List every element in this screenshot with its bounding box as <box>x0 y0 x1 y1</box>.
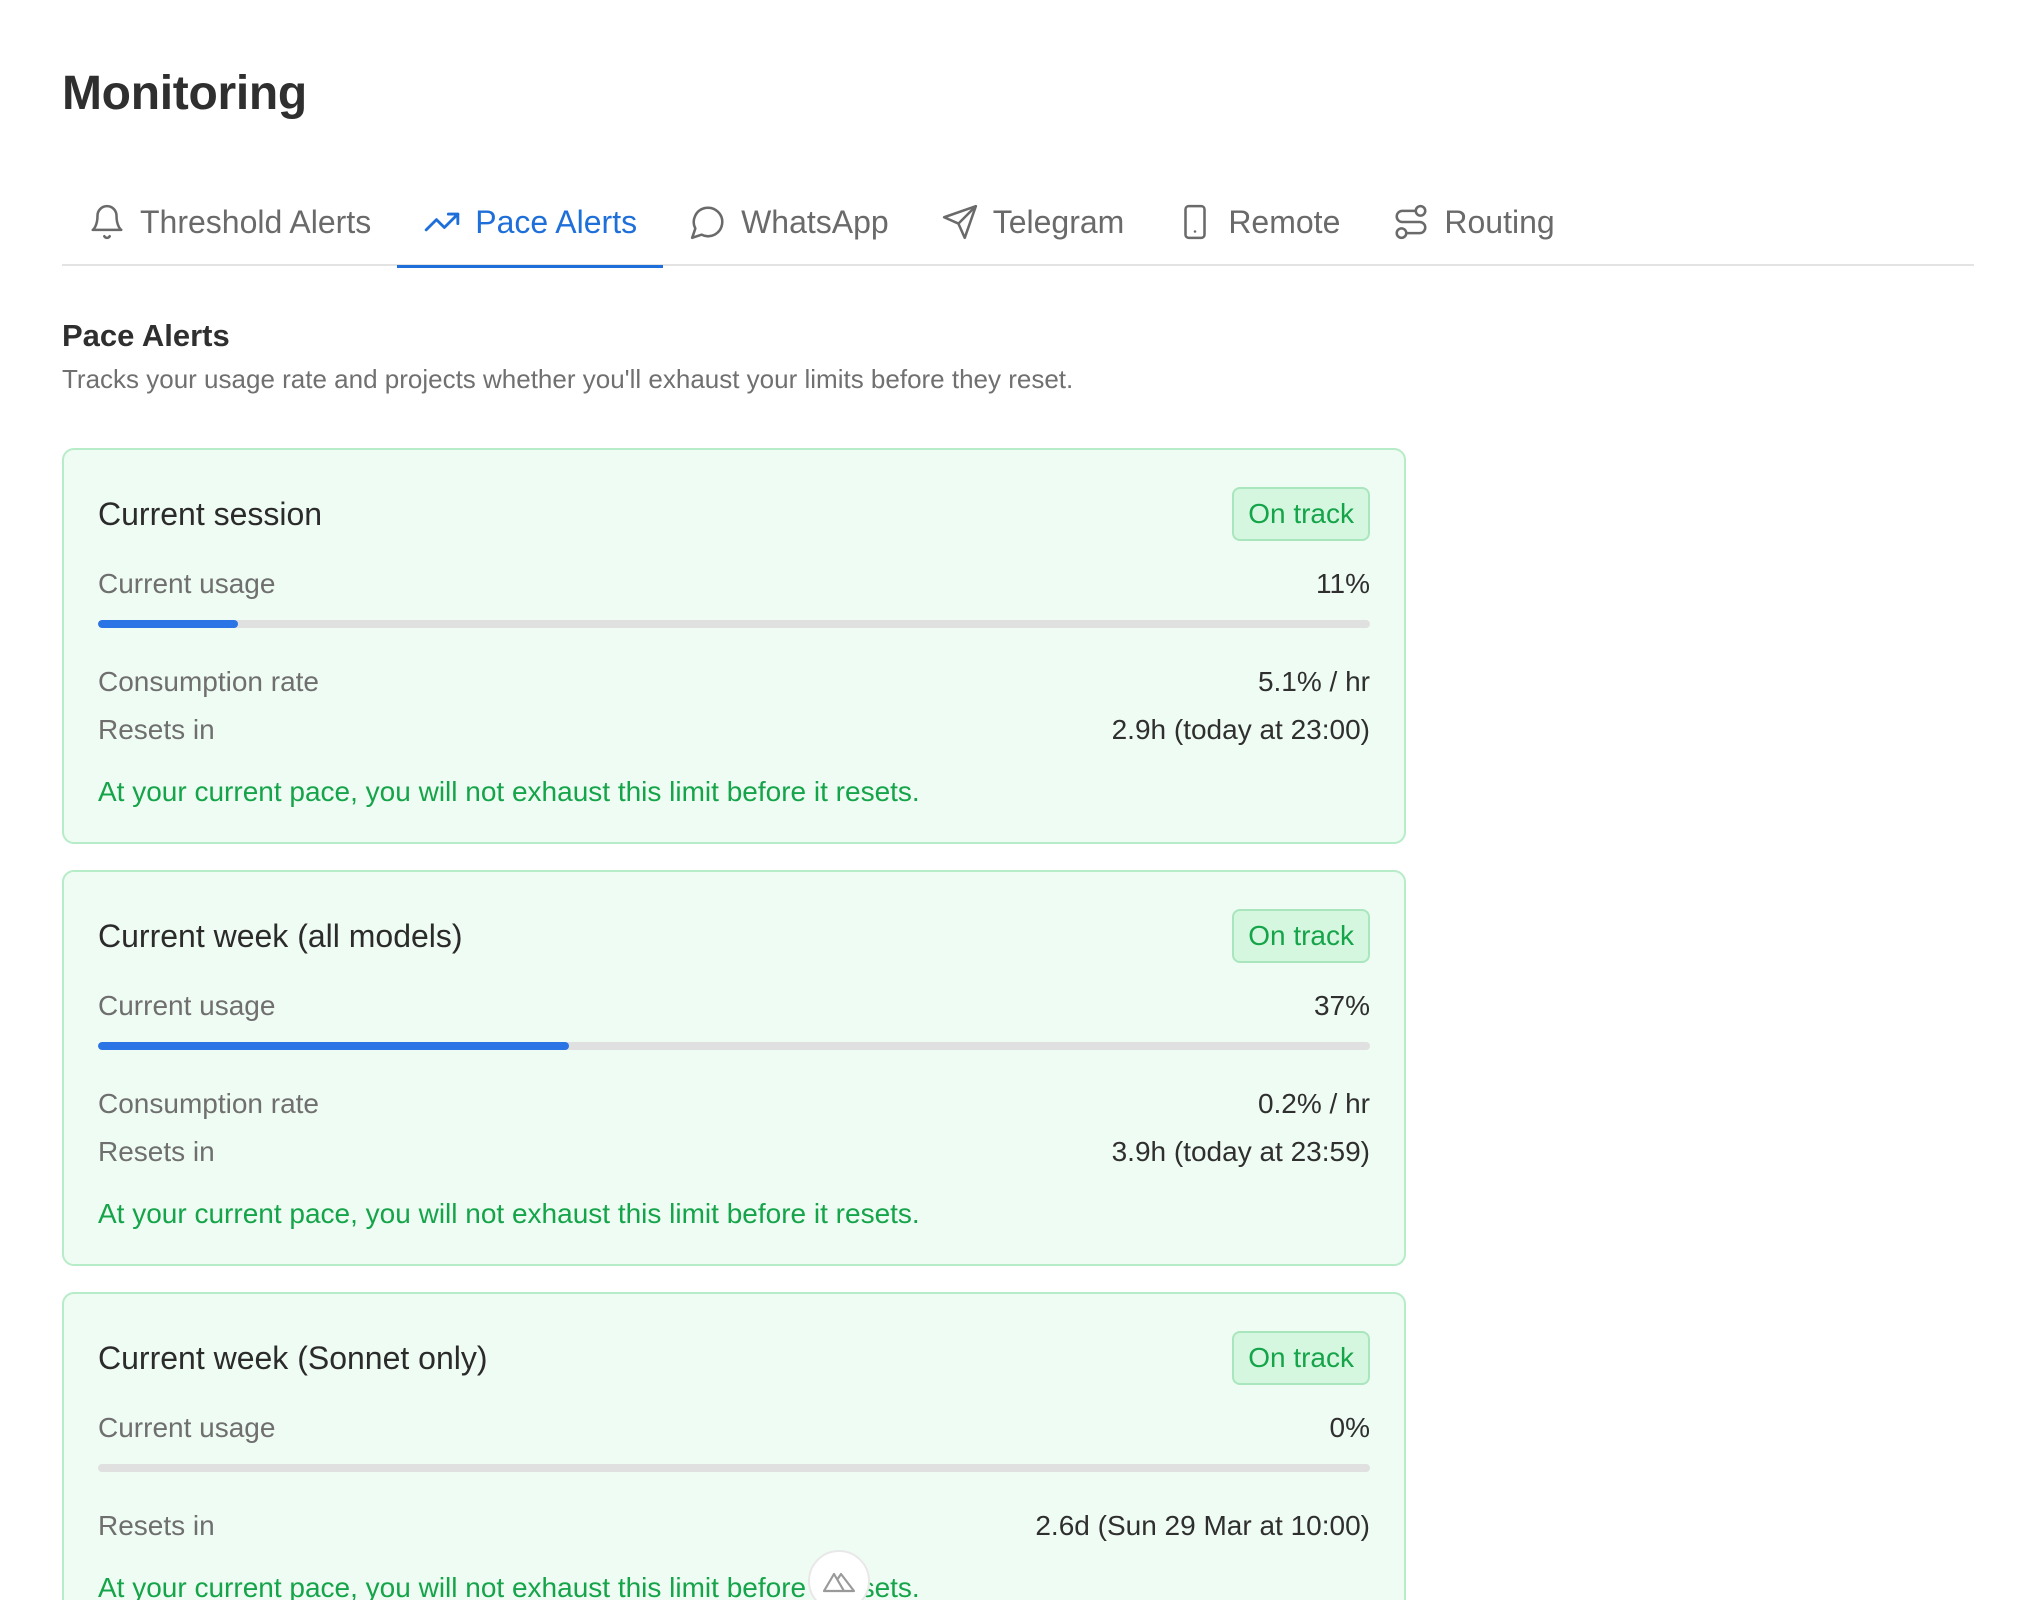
tab-telegram[interactable]: Telegram <box>915 180 1151 266</box>
paper-plane-icon <box>942 204 977 240</box>
card-header: Current session On track <box>98 450 1370 568</box>
nuxt-logo-icon <box>822 1572 856 1593</box>
card-title: Current session <box>98 495 323 532</box>
usage-row: Current usage 37% <box>98 990 1370 1022</box>
usage-progress-bar <box>98 620 1370 628</box>
usage-row: Current usage 11% <box>98 568 1370 600</box>
routing-icon <box>1395 204 1427 240</box>
resets-label: Resets in <box>98 1136 215 1167</box>
tab-routing[interactable]: Routing <box>1366 180 1580 266</box>
card-title: Current week (all models) <box>98 917 463 954</box>
card-title: Current week (Sonnet only) <box>98 1339 488 1376</box>
tab-label: Routing <box>1444 203 1555 240</box>
tab-remote[interactable]: Remote <box>1150 180 1366 266</box>
pace-message: At your current pace, you will not exhau… <box>98 1572 920 1600</box>
pace-message: At your current pace, you will not exhau… <box>98 1198 920 1229</box>
bell-icon <box>91 204 123 240</box>
tab-label: Threshold Alerts <box>140 203 372 240</box>
rate-label: Consumption rate <box>98 666 320 697</box>
resets-row: Resets in 3.9h (today at 23:59) <box>98 1128 1370 1176</box>
rate-row: Consumption rate 0.2% / hr <box>98 1080 1370 1128</box>
resets-row: Resets in 2.6d (Sun 29 Mar at 10:00) <box>98 1502 1370 1550</box>
usage-label: Current usage <box>98 990 276 1021</box>
usage-progress-fill <box>98 620 238 628</box>
pace-card-week-all-models: Current week (all models) On track Curre… <box>62 870 1406 1266</box>
usage-value: 37% <box>1313 990 1370 1021</box>
usage-row: Current usage 0% <box>98 1412 1370 1444</box>
page-title: Monitoring <box>62 67 307 120</box>
status-badge: On track <box>1232 909 1370 963</box>
pace-message: At your current pace, you will not exhau… <box>98 776 920 807</box>
usage-label: Current usage <box>98 1412 276 1443</box>
usage-value: 11% <box>1316 568 1370 599</box>
section-heading: Pace Alerts <box>62 318 230 353</box>
status-badge: On track <box>1232 487 1370 541</box>
monitoring-tabs: Threshold Alerts Pace Alerts WhatsApp Te… <box>62 180 1974 268</box>
rate-value: 0.2% / hr <box>1257 1088 1370 1119</box>
tab-label: WhatsApp <box>741 203 889 240</box>
resets-label: Resets in <box>98 1510 215 1541</box>
usage-progress-bar <box>98 1042 1370 1050</box>
resets-label: Resets in <box>98 714 215 745</box>
tab-label: Remote <box>1228 203 1341 240</box>
resets-row: Resets in 2.9h (today at 23:00) <box>98 706 1370 754</box>
resets-value: 2.6d (Sun 29 Mar at 10:00) <box>1035 1510 1370 1541</box>
section-description: Tracks your usage rate and projects whet… <box>62 364 1074 394</box>
pace-card-current-session: Current session On track Current usage 1… <box>62 448 1406 844</box>
pace-card-week-sonnet-only: Current week (Sonnet only) On track Curr… <box>62 1292 1406 1600</box>
monitoring-page: Monitoring Threshold Alerts Pace Alerts … <box>0 0 2038 1600</box>
tab-pace-alerts[interactable]: Pace Alerts <box>397 180 663 268</box>
tab-label: Pace Alerts <box>475 203 638 240</box>
rate-value: 5.1% / hr <box>1257 666 1370 697</box>
usage-label: Current usage <box>98 568 276 599</box>
resets-value: 2.9h (today at 23:00) <box>1111 714 1370 745</box>
card-header: Current week (all models) On track <box>98 872 1370 990</box>
resets-value: 3.9h (today at 23:59) <box>1111 1136 1370 1167</box>
rate-label: Consumption rate <box>98 1088 320 1119</box>
tab-threshold-alerts[interactable]: Threshold Alerts <box>62 180 397 266</box>
usage-value: 0% <box>1329 1412 1370 1443</box>
chat-bubble-icon <box>690 206 724 240</box>
card-header: Current week (Sonnet only) On track <box>98 1294 1370 1412</box>
usage-progress-fill <box>98 1042 569 1050</box>
trending-up-icon <box>424 212 460 232</box>
status-badge: On track <box>1232 1331 1370 1385</box>
rate-row: Consumption rate 5.1% / hr <box>98 658 1370 706</box>
pace-cards: Current session On track Current usage 1… <box>62 448 1406 1600</box>
phone-icon <box>1184 204 1207 240</box>
tab-label: Telegram <box>992 203 1125 240</box>
tab-whatsapp[interactable]: WhatsApp <box>663 180 915 266</box>
usage-progress-bar <box>98 1464 1370 1472</box>
